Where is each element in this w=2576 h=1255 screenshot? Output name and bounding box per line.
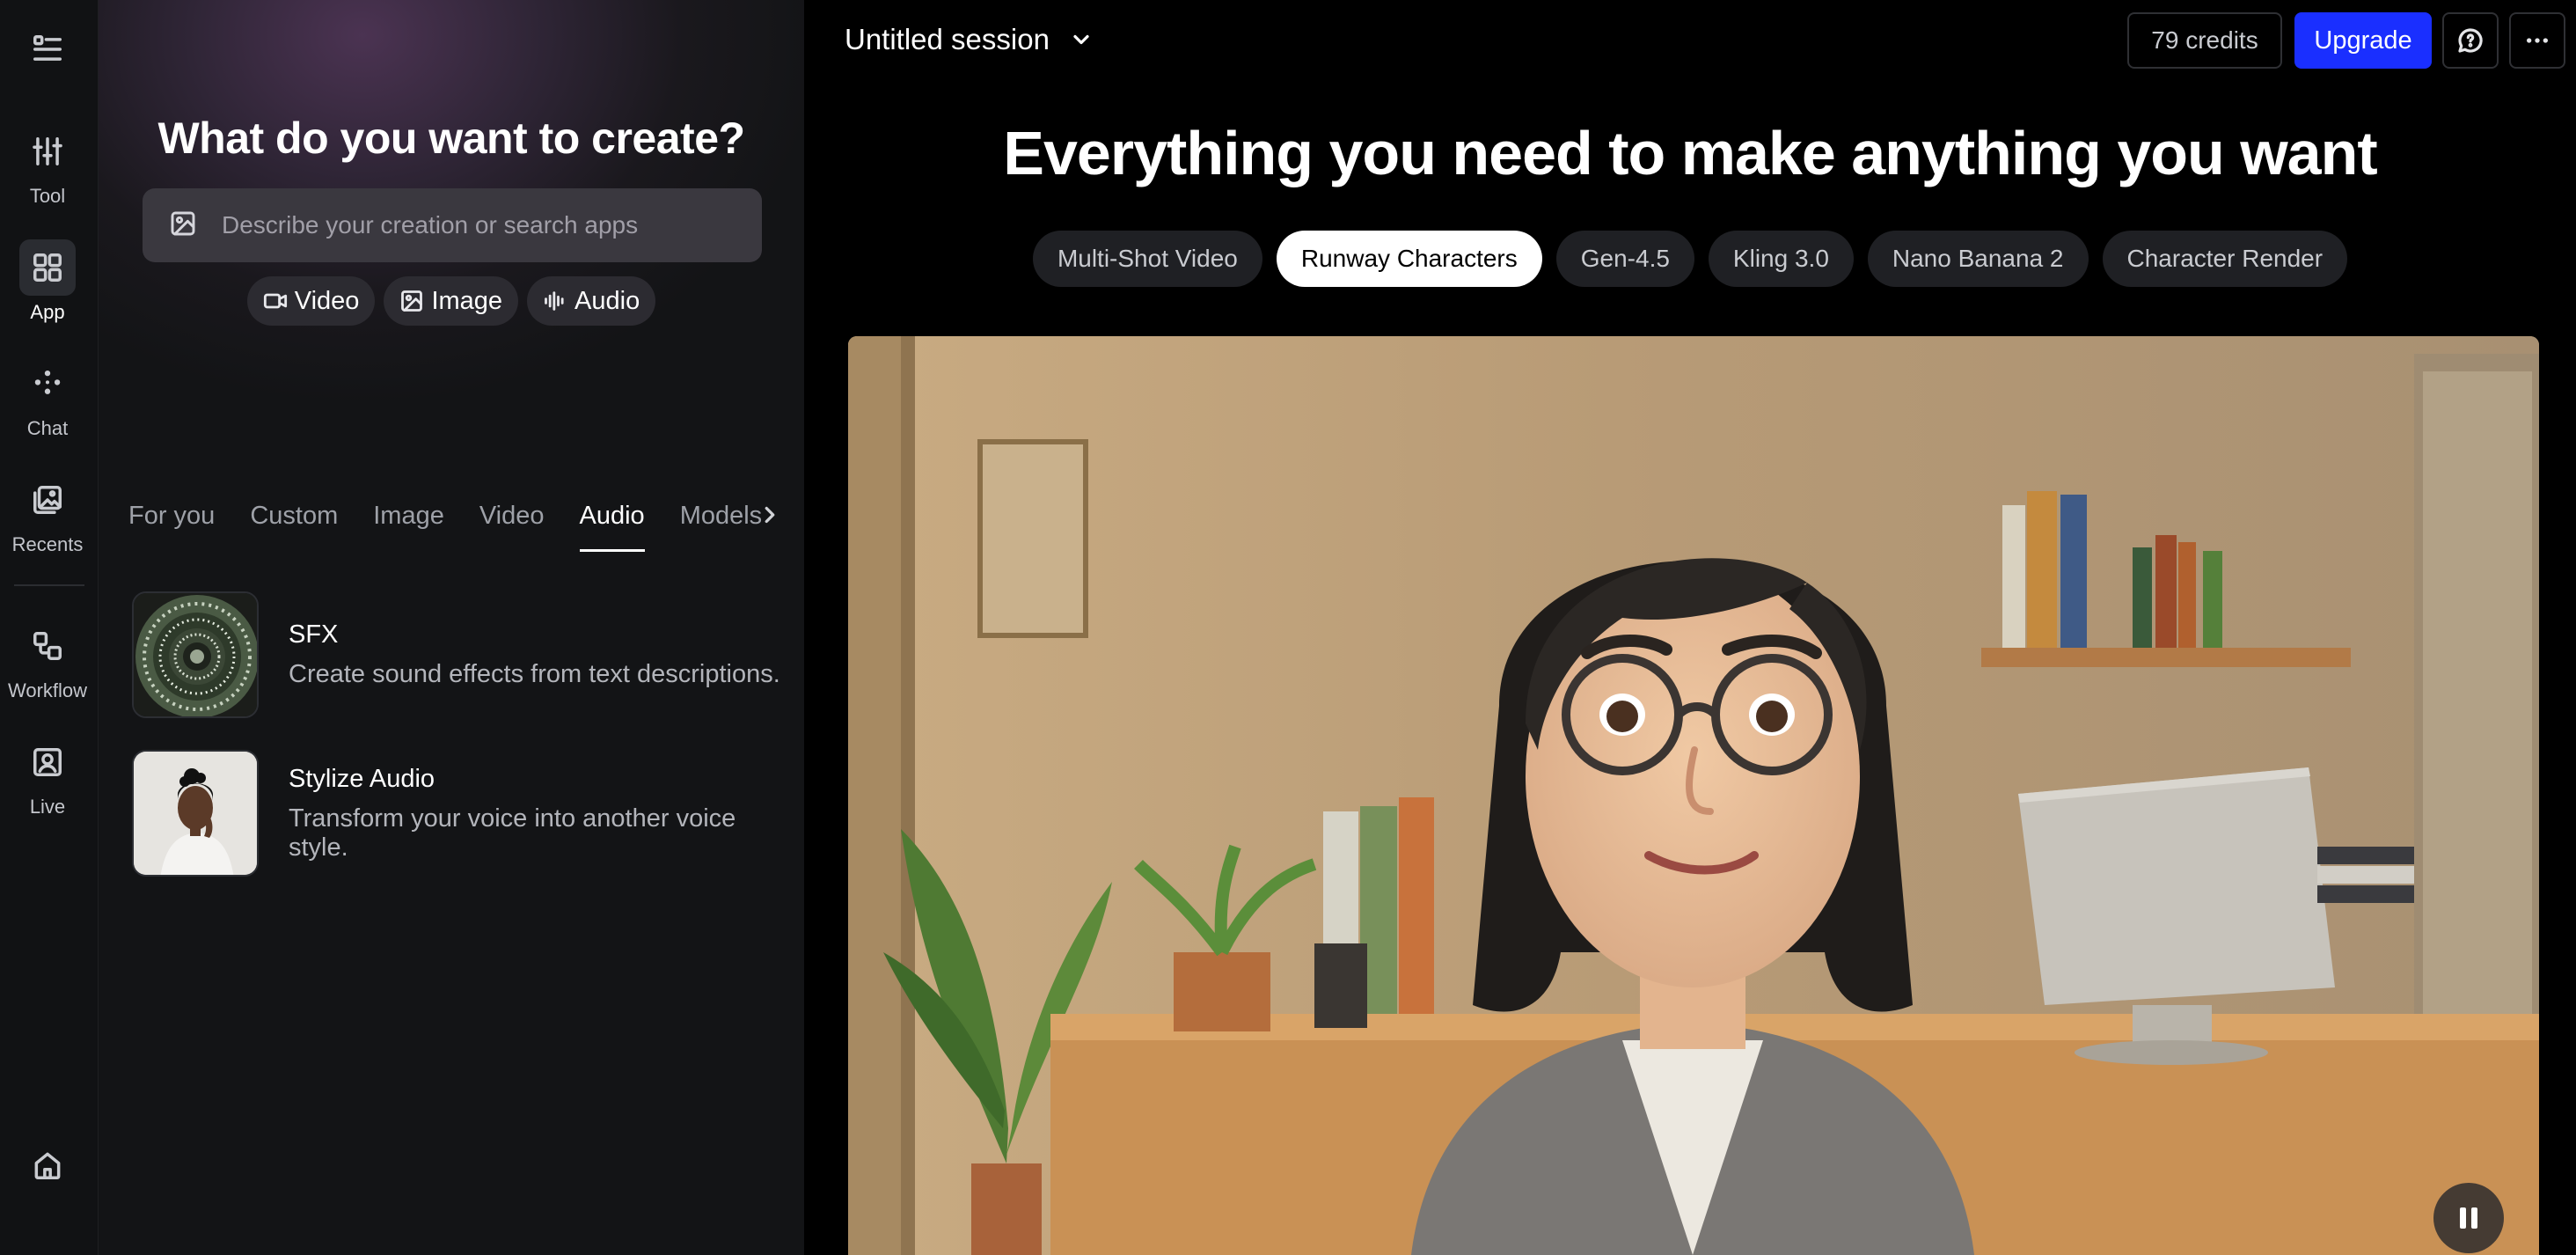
pause-button[interactable] — [2433, 1183, 2504, 1253]
showcase-video[interactable] — [848, 336, 2539, 1255]
session-title: Untitled session — [845, 23, 1050, 55]
rail-label-live: Live — [29, 796, 66, 818]
upgrade-button[interactable]: Upgrade — [2294, 12, 2432, 69]
rail-label-chat: Chat — [26, 417, 69, 439]
video-icon — [263, 293, 287, 309]
session-selector[interactable]: Untitled session — [845, 23, 1094, 56]
rail-item-workflow[interactable]: Workflow — [0, 618, 95, 702]
chip-image[interactable]: Image — [384, 276, 519, 326]
rail-menu-button[interactable] — [0, 21, 95, 77]
app-name-sfx: SFX — [289, 620, 339, 649]
stylize-audio-thumbnail — [132, 750, 259, 877]
tab-for-you[interactable]: For you — [128, 498, 215, 551]
rail-item-app[interactable]: App — [0, 239, 95, 324]
chip-video-label: Video — [294, 286, 360, 315]
pill-character-render[interactable]: Character Render — [2102, 231, 2348, 287]
search-input[interactable] — [222, 211, 714, 239]
sliders-icon — [19, 123, 76, 180]
chip-audio[interactable]: Audio — [527, 276, 656, 326]
rail-item-recents[interactable]: Recents — [0, 472, 95, 556]
more-options-button[interactable] — [2509, 12, 2565, 69]
media-type-chips: Video Image Audio — [99, 276, 804, 326]
pill-runway-characters[interactable]: Runway Characters — [1276, 231, 1542, 287]
tab-custom[interactable]: Custom — [250, 498, 338, 551]
menu-icon — [19, 21, 76, 77]
feedback-button[interactable] — [2442, 12, 2499, 69]
chevron-down-icon — [1073, 34, 1089, 45]
rail-item-chat[interactable]: Chat — [0, 356, 95, 440]
tab-video[interactable]: Video — [479, 498, 545, 551]
pause-icon-bar-right — [2471, 1207, 2477, 1229]
sfx-thumbnail — [132, 591, 259, 718]
rail-home-button[interactable] — [0, 1137, 95, 1193]
chat-question-icon — [2458, 28, 2483, 53]
hero-title: Everything you need to make anything you… — [1003, 119, 2377, 187]
tabs-scroll-right-button[interactable] — [757, 502, 783, 528]
pill-kling-3-0[interactable]: Kling 3.0 — [1708, 231, 1854, 287]
app-card-stylize-audio[interactable]: Stylize Audio Transform your voice into … — [132, 748, 801, 878]
chip-image-label: Image — [431, 286, 503, 315]
app-card-sfx[interactable]: SFX Create sound effects from text descr… — [132, 590, 801, 720]
tab-audio[interactable]: Audio — [579, 498, 645, 552]
person-frame-icon — [19, 734, 76, 790]
rail-label-tool: Tool — [29, 185, 66, 207]
image-prompt-icon[interactable] — [169, 209, 197, 242]
rail-divider — [14, 584, 84, 586]
images-icon — [19, 472, 76, 528]
category-tabs: For you Custom Image Video Audio Models — [128, 498, 797, 552]
home-icon — [19, 1137, 76, 1193]
chip-audio-label: Audio — [574, 286, 640, 315]
app-desc-sfx: Create sound effects from text descripti… — [289, 660, 780, 688]
panel-title: What do you want to create? — [157, 114, 745, 163]
image-icon — [401, 290, 423, 312]
video-frame-illustration — [848, 336, 2539, 1255]
main-area: Untitled session 79 credits Upgrade Ever… — [804, 0, 2576, 1255]
search-box[interactable] — [143, 188, 762, 262]
rail-label-workflow: Workflow — [7, 679, 88, 701]
app-name-stylize-audio: Stylize Audio — [289, 764, 435, 793]
rail-item-tool[interactable]: Tool — [0, 123, 95, 208]
tab-image[interactable]: Image — [373, 498, 444, 551]
app-desc-stylize-audio: Transform your voice into another voice … — [289, 804, 736, 862]
workflow-icon — [19, 618, 76, 674]
feature-pills: Multi-Shot Video Runway Characters Gen-4… — [804, 231, 2576, 287]
rail-label-app: App — [30, 301, 65, 323]
chevron-right-icon — [765, 506, 775, 524]
tab-models[interactable]: Models — [680, 498, 763, 551]
left-rail: Tool App Chat Recents Workflow Live — [0, 0, 99, 1255]
pill-gen-4-5[interactable]: Gen-4.5 — [1555, 231, 1694, 287]
grid-icon — [19, 239, 76, 296]
chip-video[interactable]: Video — [246, 276, 376, 326]
pill-multi-shot-video[interactable]: Multi-Shot Video — [1032, 231, 1262, 287]
credits-badge[interactable]: 79 credits — [2127, 12, 2282, 69]
pause-icon-bar-left — [2460, 1207, 2466, 1229]
create-panel: What do you want to create? Video Image … — [99, 0, 804, 1255]
more-horizontal-icon — [2527, 38, 2548, 43]
rail-item-live[interactable]: Live — [0, 734, 95, 818]
pill-nano-banana-2[interactable]: Nano Banana 2 — [1867, 231, 2089, 287]
audio-wave-icon — [545, 291, 564, 311]
chat-dots-icon — [19, 356, 76, 412]
rail-label-recents: Recents — [11, 533, 84, 555]
